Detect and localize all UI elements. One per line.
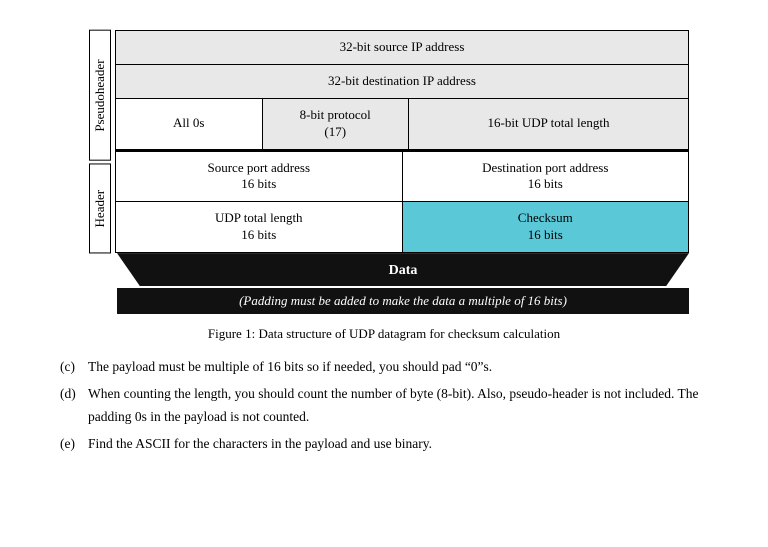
note-c-label: (c) bbox=[60, 356, 88, 379]
note-d: (d) When counting the length, you should… bbox=[60, 383, 728, 429]
checksum-cell: Checksum16 bits bbox=[403, 202, 689, 252]
pseudoheader-label: Pseudoheader bbox=[89, 30, 111, 161]
data-padding-label: (Padding must be added to make the data … bbox=[117, 288, 689, 314]
dest-ip-cell: 32-bit destination IP address bbox=[116, 65, 688, 98]
table-row: UDP total length16 bits Checksum16 bits bbox=[116, 202, 688, 252]
diagram-wrapper: Pseudoheader Header 32-bit source IP add… bbox=[50, 20, 728, 314]
data-section: Data (Padding must be added to make the … bbox=[117, 253, 689, 314]
figure-caption: Figure 1: Data structure of UDP datagram… bbox=[40, 326, 728, 342]
note-d-text: When counting the length, you should cou… bbox=[88, 383, 728, 429]
source-port-cell: Source port address16 bits bbox=[116, 152, 403, 202]
note-e-text: Find the ASCII for the characters in the… bbox=[88, 433, 728, 456]
note-e: (e) Find the ASCII for the characters in… bbox=[60, 433, 728, 456]
diagram-table: 32-bit source IP address 32-bit destinat… bbox=[115, 30, 689, 253]
table-row: Source port address16 bits Destination p… bbox=[116, 152, 688, 203]
note-e-label: (e) bbox=[60, 433, 88, 456]
source-ip-cell: 32-bit source IP address bbox=[116, 31, 688, 64]
table-row: 32-bit source IP address bbox=[116, 31, 688, 65]
note-c-text: The payload must be multiple of 16 bits … bbox=[88, 356, 728, 379]
udp-total-length-cell: UDP total length16 bits bbox=[116, 202, 403, 252]
udp-total-length-pseudo-cell: 16-bit UDP total length bbox=[409, 99, 688, 149]
table-row: All 0s 8-bit protocol(17) 16-bit UDP tot… bbox=[116, 99, 688, 149]
all-zeros-cell: All 0s bbox=[116, 99, 263, 149]
header-rows: Source port address16 bits Destination p… bbox=[116, 152, 688, 253]
data-label: Data bbox=[117, 253, 689, 286]
diagram-container: Pseudoheader Header 32-bit source IP add… bbox=[89, 30, 689, 253]
protocol-cell: 8-bit protocol(17) bbox=[263, 99, 410, 149]
note-c: (c) The payload must be multiple of 16 b… bbox=[60, 356, 728, 379]
table-row: 32-bit destination IP address bbox=[116, 65, 688, 99]
header-label: Header bbox=[89, 163, 111, 253]
note-d-label: (d) bbox=[60, 383, 88, 429]
notes-section: (c) The payload must be multiple of 16 b… bbox=[40, 356, 728, 456]
side-labels: Pseudoheader Header bbox=[89, 30, 111, 253]
pseudo-rows: 32-bit source IP address 32-bit destinat… bbox=[116, 31, 688, 152]
dest-port-cell: Destination port address16 bits bbox=[403, 152, 689, 202]
